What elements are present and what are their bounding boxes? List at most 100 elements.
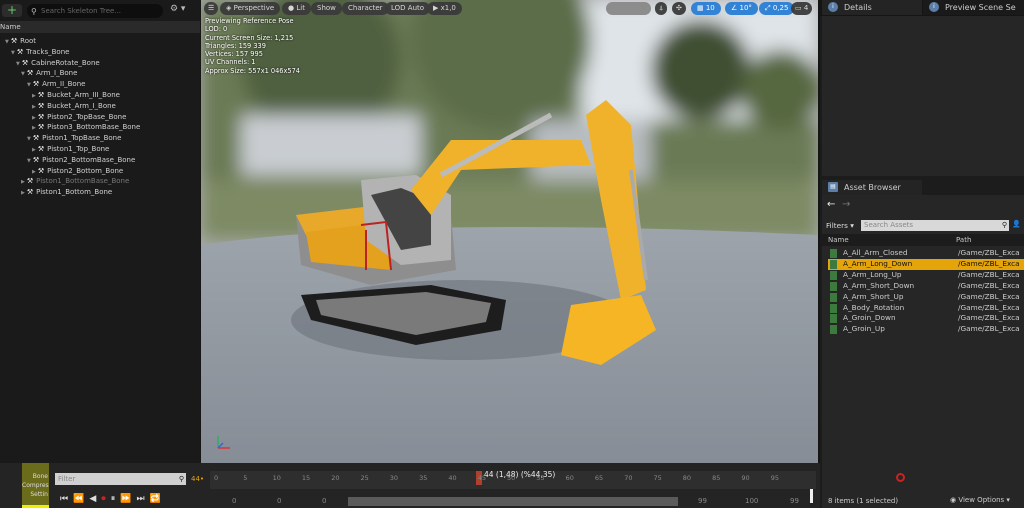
tree-item-bone[interactable]: ▶ ⚒ Piston1_BottomBase_Bone — [21, 176, 129, 187]
tree-item-bone[interactable]: ▼ ⚒ Arm_I_Bone — [21, 68, 77, 79]
skip-to-end-icon[interactable]: ⏭ — [137, 494, 145, 504]
camera-speed-button[interactable]: ▭ 4 — [791, 2, 813, 15]
timeline-tick-label: 25 — [360, 474, 369, 482]
skip-to-start-icon[interactable]: ⏮ — [60, 494, 68, 504]
expand-arrow-icon[interactable]: ▼ — [27, 136, 31, 142]
tree-item-bone[interactable]: ▶ ⚒ Piston2_TopBase_Bone — [32, 112, 126, 123]
transform-mode-group[interactable] — [606, 2, 651, 15]
bone-compression-settings-tab[interactable]: Bone Compres Settin — [22, 463, 49, 508]
timeline-tick-label: 80 — [682, 474, 692, 482]
asset-list-item[interactable]: A_Arm_Short_Down/Game/ZBL_Exca — [828, 281, 1024, 292]
expand-arrow-icon[interactable]: ▶ — [32, 169, 36, 175]
tree-item-bone[interactable]: ▶ ⚒ Piston1_Top_Bone — [32, 144, 109, 155]
timeline-tick-label: 0 — [214, 474, 219, 482]
back-arrow-icon[interactable]: ← — [827, 199, 835, 210]
expand-arrow-icon[interactable]: ▶ — [32, 125, 36, 131]
expand-arrow-icon[interactable]: ▶ — [32, 93, 36, 99]
view-options-button[interactable]: ◉ View Options ▾ — [950, 496, 1010, 504]
range-scrollbar[interactable] — [348, 497, 678, 506]
scale-snap-button[interactable]: ⤢ 0,25 — [759, 2, 795, 15]
timeline-tick-label: 5 — [243, 474, 248, 482]
show-button[interactable]: Show — [311, 2, 342, 15]
tree-item-bone[interactable]: ▼ ⚒ Piston2_BottomBase_Bone — [27, 155, 135, 166]
angle-icon: ∠ — [731, 4, 740, 12]
tree-item-bone[interactable]: ▼ ⚒ Root — [5, 36, 36, 47]
tree-item-bone[interactable]: ▼ ⚒ Arm_II_Bone — [27, 79, 85, 90]
tree-item-bone[interactable]: ▶ ⚒ Bucket_Arm_III_Bone — [32, 90, 120, 101]
viewport[interactable]: ☰ ◈ Perspective ● Lit Show Character LOD… — [201, 0, 818, 463]
expand-arrow-icon[interactable]: ▼ — [27, 82, 31, 88]
lit-button[interactable]: ● Lit — [282, 2, 311, 15]
play-reverse-icon[interactable]: ◀ — [89, 494, 96, 504]
tree-item-bone[interactable]: ▶ ⚒ Piston3_BottomBase_Bone — [32, 122, 140, 133]
asset-list-item[interactable]: A_Groin_Up/Game/ZBL_Exca — [828, 324, 1024, 335]
grid-snap-button[interactable]: ▦ 10 — [691, 2, 721, 15]
asset-search-input[interactable]: Search Assets ⚲ — [861, 220, 1009, 231]
tree-item-bone[interactable]: ▼ ⚒ Tracks_Bone — [11, 47, 69, 58]
expand-arrow-icon[interactable]: ▼ — [27, 158, 31, 164]
settings-gear-icon[interactable]: ⚙ ▾ — [170, 4, 185, 14]
expand-arrow-icon[interactable]: ▶ — [32, 147, 36, 153]
expand-arrow-icon[interactable]: ▼ — [16, 61, 20, 67]
expand-arrow-icon[interactable]: ▼ — [11, 50, 15, 56]
asset-list-header: Name Path — [822, 234, 1024, 246]
timeline-tick-label: 85 — [712, 474, 721, 482]
forward-arrow-icon[interactable]: → — [842, 199, 850, 210]
bone-icon: ⚒ — [26, 188, 34, 197]
column-path[interactable]: Path — [956, 234, 971, 246]
asset-list-item[interactable]: A_Arm_Long_Down/Game/ZBL_Exca — [828, 258, 1024, 270]
tree-item-bone[interactable]: ▶ ⚒ Piston1_Bottom_Bone — [21, 187, 112, 198]
bone-icon: ⚒ — [10, 37, 18, 45]
column-name[interactable]: Name — [828, 234, 849, 246]
timeline-end-marker[interactable] — [810, 489, 813, 503]
asset-list-item[interactable]: A_Arm_Short_Up/Game/ZBL_Exca — [828, 292, 1024, 303]
asset-list-item[interactable]: A_Groin_Down/Game/ZBL_Exca — [828, 313, 1024, 324]
expand-arrow-icon[interactable]: ▼ — [21, 71, 25, 77]
step-forward-icon[interactable]: ⏩ — [120, 494, 131, 504]
bone-icon: ⚒ — [21, 58, 29, 67]
tree-item-bone[interactable]: ▶ ⚒ Piston2_Bottom_Bone — [32, 166, 123, 177]
tab-preview-scene-settings[interactable]: i Preview Scene Se — [923, 0, 1024, 15]
tree-item-bone[interactable]: ▼ ⚒ CabineRotate_Bone — [16, 58, 100, 69]
asset-list-item[interactable]: A_All_Arm_Closed/Game/ZBL_Exca — [828, 248, 1024, 259]
character-button[interactable]: Character — [342, 2, 389, 15]
tab-details[interactable]: i Details — [822, 0, 922, 15]
expand-arrow-icon[interactable]: ▶ — [32, 104, 36, 110]
rotation-snap-button[interactable]: ∠ 10° — [725, 2, 758, 15]
timeline-tick-label: 15 — [301, 474, 311, 482]
pause-icon[interactable]: ⏸ — [111, 494, 116, 504]
lod-button[interactable]: LOD Auto — [385, 2, 431, 15]
tab-asset-browser[interactable]: ▤ Asset Browser — [822, 180, 922, 195]
step-back-icon[interactable]: ⏪ — [73, 494, 84, 504]
add-bone-button[interactable]: + — [2, 4, 22, 17]
expand-arrow-icon[interactable]: ▶ — [32, 115, 36, 121]
timeline-ruler[interactable]: 44 (1,48) (%44,35) 0 5 10 15 20 25 30 35 40 45 50 5… — [210, 470, 816, 489]
range-value: 0 — [277, 497, 282, 505]
filters-button[interactable]: Filters ▾ — [826, 221, 854, 230]
skeleton-tree-panel: + ⚲ Search Skeleton Tree... ⚙ ▾ Name ▼ ⚒ Ro… — [0, 0, 200, 463]
expand-arrow-icon[interactable]: ▶ — [21, 179, 25, 185]
column-header-name[interactable]: Name — [0, 21, 200, 33]
timeline-tick-label: 35 — [419, 474, 428, 482]
user-filter-icon[interactable]: 👤 — [1012, 220, 1021, 228]
tree-item-bone[interactable]: ▼ ⚒ Piston1_TopBase_Bone — [27, 133, 121, 144]
viewport-menu-button[interactable]: ☰ — [204, 2, 219, 15]
timeline-tick-label: 50 — [507, 474, 516, 482]
playback-speed-button[interactable]: ▶ x1,0 — [427, 2, 462, 15]
timeline-filter-input[interactable]: Filter ⚲ — [55, 473, 186, 485]
perspective-button[interactable]: ◈ Perspective — [220, 2, 281, 15]
asset-list-item[interactable]: A_Body_Rotation/Game/ZBL_Exca — [828, 303, 1024, 314]
asset-list-item[interactable]: A_Arm_Long_Up/Game/ZBL_Exca — [828, 270, 1024, 281]
asset-browser-panel: ← → Filters ▾ Search Assets ⚲ 👤 Name Path… — [822, 195, 1024, 508]
surface-snap-icon[interactable]: ✣ — [672, 2, 686, 15]
range-value: 99 — [698, 497, 707, 505]
tree-item-bone[interactable]: ▶ ⚒ Bucket_Arm_I_Bone — [32, 101, 116, 112]
search-icon: ⚲ — [1001, 221, 1007, 229]
bone-icon: ⚒ — [37, 101, 45, 110]
expand-arrow-icon[interactable]: ▶ — [21, 190, 25, 196]
record-icon[interactable]: ⏺ — [101, 494, 106, 504]
loop-icon[interactable]: 🔁 — [150, 494, 161, 504]
skeleton-search-input[interactable]: ⚲ Search Skeleton Tree... — [27, 4, 163, 18]
coordinate-icon[interactable]: ⍋ — [655, 2, 668, 15]
expand-arrow-icon[interactable]: ▼ — [5, 39, 9, 45]
